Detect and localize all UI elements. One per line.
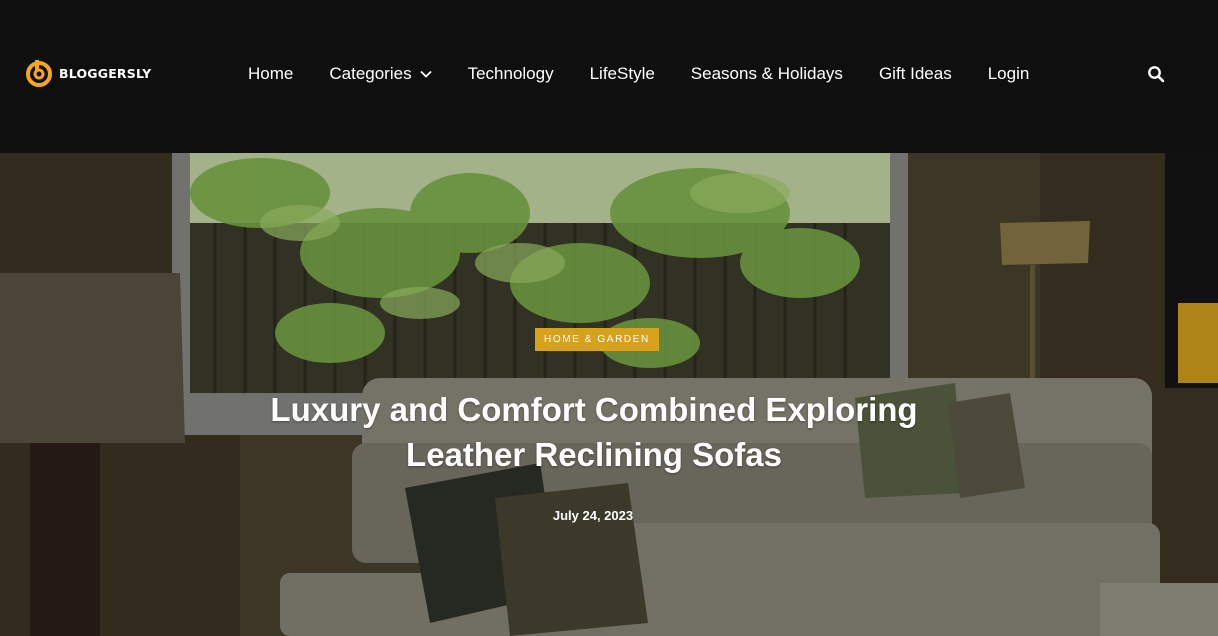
nav-item-label: Technology — [467, 64, 554, 83]
nav-item-seasons-holidays[interactable]: Seasons & Holidays — [691, 64, 843, 84]
nav-item-label: Categories — [329, 64, 412, 83]
post-date: July 24, 2023 — [552, 508, 634, 523]
nav-item-home[interactable]: Home — [248, 64, 293, 84]
logo-text: BLOGGERSLY — [59, 65, 152, 81]
nav-item-label: LifeStyle — [589, 64, 655, 83]
site-header: BLOGGERSLY Home Categories Technology Li… — [0, 0, 1218, 153]
post-title[interactable]: Luxury and Comfort Combined Exploring Le… — [244, 387, 944, 477]
nav-item-label: Login — [987, 64, 1030, 83]
logo-icon — [26, 60, 52, 87]
nav-item-technology[interactable]: Technology — [468, 64, 554, 84]
site-logo[interactable]: BLOGGERSLY — [24, 58, 151, 88]
nav-item-categories[interactable]: Categories — [329, 64, 432, 84]
nav-item-gift-ideas[interactable]: Gift Ideas — [879, 64, 952, 84]
nav-item-lifestyle[interactable]: LifeStyle — [590, 64, 655, 84]
nav-item-label: Gift Ideas — [878, 64, 952, 83]
nav-item-label: Home — [248, 64, 294, 83]
nav-item-label: Seasons & Holidays — [690, 64, 843, 83]
search-icon[interactable] — [1147, 65, 1165, 83]
nav-item-login[interactable]: Login — [988, 64, 1030, 84]
main-nav: Home Categories Technology LifeStyle Sea… — [230, 60, 1047, 88]
hero-section[interactable]: HOME & GARDEN Luxury and Comfort Combine… — [0, 153, 1218, 636]
category-badge[interactable]: HOME & GARDEN — [535, 328, 659, 351]
chevron-down-icon — [419, 70, 432, 78]
